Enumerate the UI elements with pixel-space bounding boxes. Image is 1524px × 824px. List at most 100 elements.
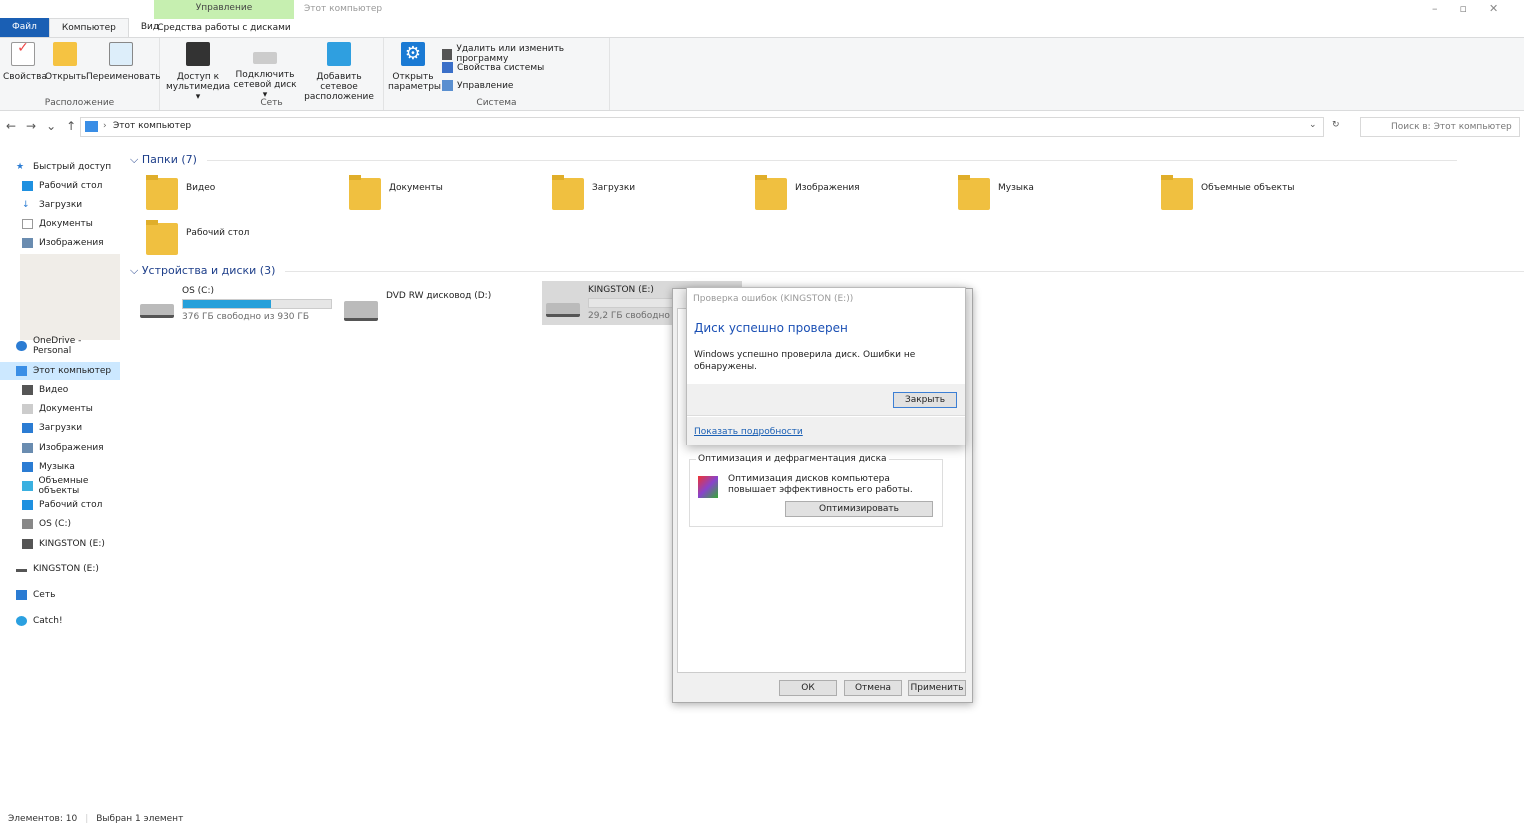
cancel-button[interactable]: Отмена	[844, 680, 902, 696]
folders-header[interactable]: ⌵ Папки (7)	[130, 153, 1456, 167]
folder-item[interactable]: Загрузки	[552, 175, 635, 210]
optimize-group: Оптимизация и дефрагментация диска Оптим…	[689, 454, 943, 527]
breadcrumb[interactable]: Этот компьютер	[113, 121, 191, 131]
ok-button[interactable]: ОК	[779, 680, 837, 696]
nav-network[interactable]: Сеть	[16, 586, 122, 604]
map-drive-button[interactable]: Подключить сетевой диск ▾	[232, 42, 298, 100]
defrag-icon	[698, 476, 718, 498]
nav-pc-item[interactable]: OS (C:)	[22, 515, 128, 533]
nav-kingston[interactable]: KINGSTON (E:)	[16, 560, 122, 578]
open-settings-button[interactable]: ⚙ Открыть параметры	[388, 42, 441, 92]
nav-buttons[interactable]: ←→⌄↑	[6, 119, 86, 133]
group-system: ⚙ Открыть параметры Удалить или изменить …	[384, 38, 610, 110]
drive-c[interactable]: OS (C:) 376 ГБ свободно из 930 ГБ	[140, 286, 332, 322]
folder-item[interactable]: Объемные объекты	[1161, 175, 1294, 210]
blurred-region	[20, 254, 120, 340]
nav-quick-access[interactable]: ★ Быстрый доступ	[16, 158, 122, 176]
nav-pc-item[interactable]: Рабочий стол	[22, 496, 128, 514]
document-icon	[22, 219, 33, 229]
optimize-group-label: Оптимизация и дефрагментация диска	[696, 454, 889, 464]
network-drive-icon	[253, 52, 277, 64]
usage-bar	[182, 299, 332, 309]
nav-pc-item[interactable]: Видео	[22, 381, 128, 399]
programs-icon	[442, 48, 453, 60]
desktop-icon	[22, 500, 33, 511]
media-icon	[186, 42, 210, 66]
system-properties-button[interactable]: Свойства системы	[442, 62, 544, 73]
chevron-down-icon[interactable]: ⌄	[1309, 120, 1317, 130]
nav-documents[interactable]: Документы	[22, 215, 128, 233]
group-label: Сеть	[260, 98, 283, 108]
tab-view[interactable]: Вид	[129, 18, 171, 37]
nav-pc-item[interactable]: KINGSTON (E:)	[22, 535, 128, 553]
nav-pictures[interactable]: Изображения	[22, 234, 128, 252]
manage-button[interactable]: Управление	[442, 80, 513, 91]
window-controls[interactable]: –▫✕	[1432, 2, 1520, 15]
address-bar[interactable]: › Этот компьютер ⌄	[80, 117, 1324, 137]
folder-item[interactable]: Музыка	[958, 175, 1034, 210]
document-icon	[22, 404, 33, 415]
status-bar: Элементов: 10 | Выбран 1 элемент	[8, 814, 184, 824]
apply-button[interactable]: Применить	[908, 680, 966, 696]
drive-icon	[22, 538, 33, 549]
popup-message: Windows успешно проверила диск. Ошибки н…	[694, 350, 916, 372]
gear-icon: ⚙	[401, 42, 425, 66]
nav-this-pc[interactable]: Этот компьютер	[0, 362, 120, 380]
folder-icon	[1161, 175, 1193, 210]
nav-pc-item[interactable]: Музыка	[22, 458, 128, 476]
usage-fill	[183, 300, 272, 308]
system-icon	[442, 62, 453, 73]
context-tab-manage: Управление	[154, 0, 294, 18]
close-button[interactable]: Закрыть	[893, 392, 957, 408]
drive-d[interactable]: DVD RW дисковод (D:)	[344, 291, 491, 321]
selection-count: Выбран 1 элемент	[96, 814, 184, 824]
open-button[interactable]: Открыть	[45, 42, 86, 82]
folder-item[interactable]: Видео	[146, 175, 215, 210]
refresh-icon[interactable]: ↻	[1332, 120, 1340, 130]
optimize-button[interactable]: Оптимизировать	[785, 501, 933, 517]
picture-icon	[22, 442, 33, 453]
media-access-button[interactable]: Доступ к мультимедиа ▾	[166, 42, 230, 102]
computer-icon	[16, 366, 27, 376]
properties-button[interactable]: ✓ Свойства	[3, 41, 47, 82]
folder-icon	[146, 220, 178, 255]
nav-downloads[interactable]: ↓ Загрузки	[22, 196, 128, 214]
network-icon	[16, 590, 27, 600]
show-details-link[interactable]: Показать подробности	[694, 427, 803, 437]
catch-icon	[16, 616, 27, 626]
nav-pc-item[interactable]: Объемные объекты	[22, 476, 128, 496]
rename-button[interactable]: Переименовать	[86, 42, 161, 82]
nav-catch[interactable]: Catch!	[16, 612, 122, 630]
add-network-location-button[interactable]: Добавить сетевое расположение	[298, 42, 380, 102]
music-icon	[22, 461, 33, 472]
uninstall-program-button[interactable]: Удалить или изменить программу	[442, 44, 609, 64]
nav-pc-item[interactable]: Изображения	[22, 439, 128, 457]
drives-header[interactable]: ⌵ Устройства и диски (3)	[130, 264, 1524, 278]
star-icon: ★	[16, 162, 25, 172]
network-location-icon	[327, 42, 351, 66]
folder-item[interactable]: Изображения	[755, 175, 860, 210]
tab-computer[interactable]: Компьютер	[48, 18, 129, 37]
search-input[interactable]: Поиск в: Этот компьютер	[1360, 117, 1520, 137]
desktop-icon	[22, 181, 33, 191]
tab-file[interactable]: Файл	[0, 18, 49, 37]
folder-item[interactable]: Рабочий стол	[146, 220, 249, 255]
download-icon	[22, 423, 33, 434]
item-count: Элементов: 10	[8, 814, 78, 824]
nav-onedrive[interactable]: OneDrive - Personal	[16, 336, 122, 356]
ribbon: ✓ Свойства Открыть Переименовать Располож…	[0, 37, 1524, 111]
folder-icon	[349, 175, 381, 210]
tab-disk-tools[interactable]: Средства работы с дисками	[154, 18, 294, 37]
drive-name: DVD RW дисковод (D:)	[386, 291, 492, 301]
nav-desktop[interactable]: Рабочий стол	[22, 177, 128, 195]
optimize-text: Оптимизация дисков компьютера повышает э…	[728, 474, 913, 495]
video-icon	[22, 385, 33, 395]
group-label: Расположение	[44, 98, 115, 108]
nav-pc-item[interactable]: Документы	[22, 400, 128, 418]
drive-free: 376 ГБ свободно из 930 ГБ	[182, 312, 310, 322]
nav-pc-item[interactable]: Загрузки	[22, 419, 128, 437]
folder-item[interactable]: Документы	[349, 175, 443, 210]
folder-icon	[552, 175, 584, 210]
windows-drive-icon	[22, 519, 33, 530]
check-disk-popup: Проверка ошибок (KINGSTON (E:)) Диск усп…	[686, 287, 966, 445]
